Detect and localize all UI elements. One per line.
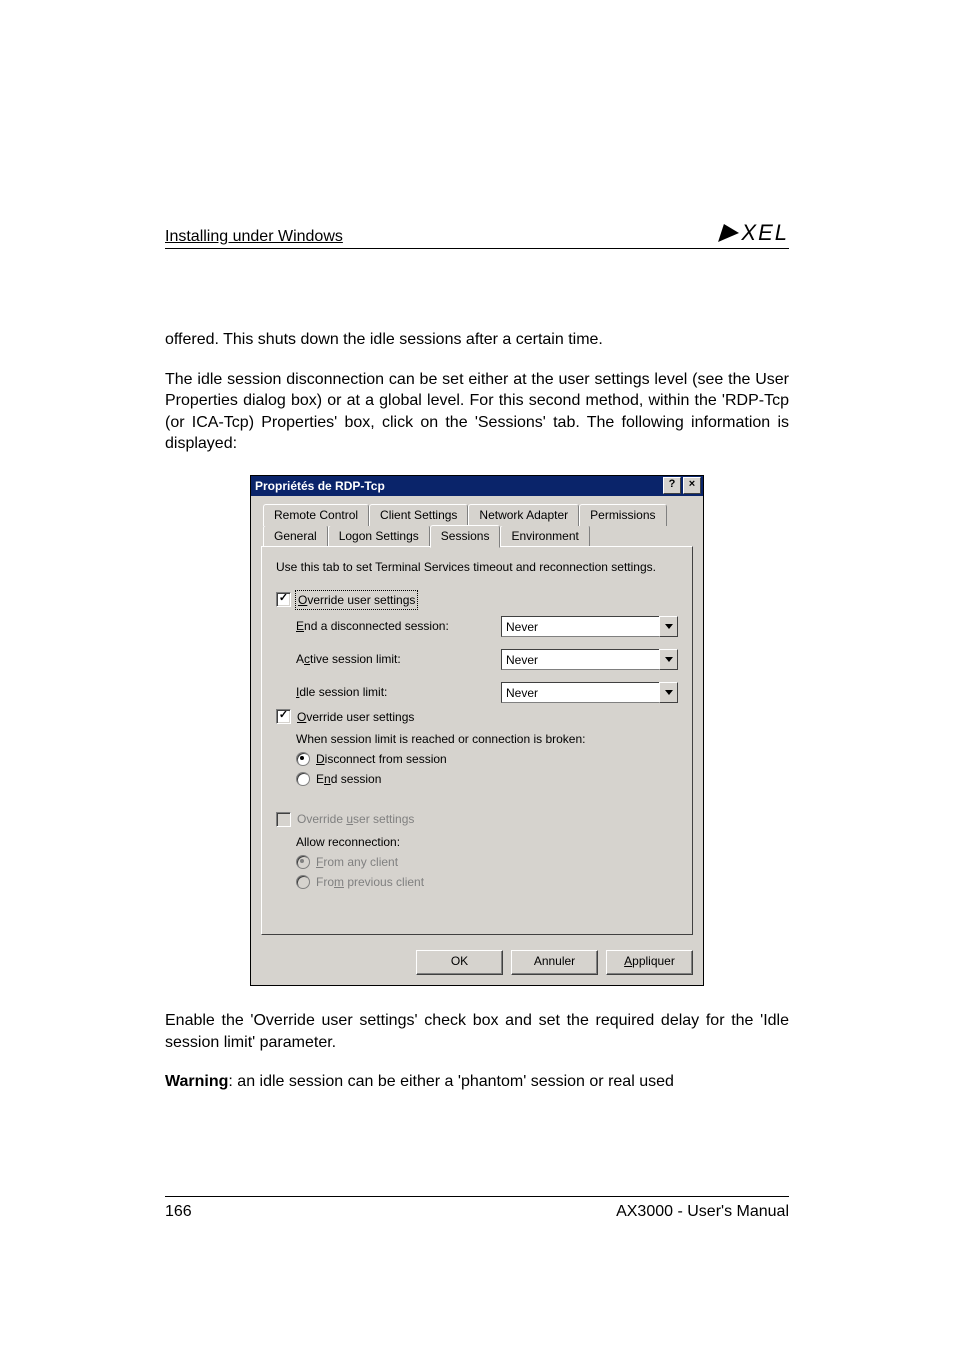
tab-permissions[interactable]: Permissions: [579, 504, 666, 526]
tab-network-adapter[interactable]: Network Adapter: [468, 504, 579, 526]
idle-session-limit-label: Idle session limit:: [276, 684, 501, 700]
idle-session-limit-value: Never: [501, 682, 659, 703]
logo-text: XEL: [741, 220, 789, 246]
override-user-settings-1-label: Override user settings: [297, 592, 416, 608]
logo-triangle-icon: [718, 224, 742, 242]
tab-remote-control[interactable]: Remote Control: [263, 504, 369, 526]
page-number: 166: [165, 1203, 192, 1221]
override-user-settings-3-checkbox[interactable]: [276, 812, 291, 827]
override-user-settings-2-checkbox[interactable]: ✓: [276, 709, 291, 724]
page-footer: 166 AX3000 - User's Manual: [165, 1196, 789, 1221]
paragraph-1: offered. This shuts down the idle sessio…: [165, 329, 789, 351]
page-header: Installing under Windows XEL: [165, 220, 789, 249]
chevron-down-icon[interactable]: [659, 649, 678, 670]
panel-intro: Use this tab to set Terminal Services ti…: [276, 559, 678, 575]
chevron-down-icon[interactable]: [659, 616, 678, 637]
chevron-down-icon[interactable]: [659, 682, 678, 703]
tab-environment[interactable]: Environment: [500, 525, 589, 547]
help-button[interactable]: ?: [663, 477, 681, 494]
active-session-limit-label: Active session limit:: [276, 651, 501, 667]
dialog-title: Propriétés de RDP-Tcp: [255, 478, 385, 494]
tab-logon-settings[interactable]: Logon Settings: [328, 525, 430, 547]
tabs: Remote Control Client Settings Network A…: [261, 504, 693, 936]
apply-button[interactable]: Appliquer: [606, 950, 693, 975]
from-any-client-label: From any client: [316, 854, 398, 870]
brand-logo: XEL: [721, 220, 789, 246]
close-button[interactable]: ×: [683, 477, 701, 494]
sessions-tab-panel: Use this tab to set Terminal Services ti…: [261, 546, 693, 935]
from-any-client-radio: [296, 855, 310, 869]
disconnect-from-session-label: Disconnect from session: [316, 751, 447, 767]
end-session-label: End session: [316, 771, 381, 787]
cancel-button[interactable]: Annuler: [511, 950, 598, 975]
ok-button[interactable]: OK: [416, 950, 503, 975]
from-previous-client-radio: [296, 875, 310, 889]
override-user-settings-3-label: Override user settings: [297, 811, 414, 827]
manual-name: AX3000 - User's Manual: [616, 1203, 789, 1221]
end-session-radio[interactable]: [296, 772, 310, 786]
active-session-limit-value: Never: [501, 649, 659, 670]
rdp-tcp-properties-dialog: Propriétés de RDP-Tcp ? × Remote Control…: [250, 475, 704, 986]
idle-session-limit-combo[interactable]: Never: [501, 682, 678, 703]
active-session-limit-combo[interactable]: Never: [501, 649, 678, 670]
dialog-titlebar[interactable]: Propriétés de RDP-Tcp ? ×: [251, 476, 703, 496]
tab-general[interactable]: General: [263, 525, 328, 547]
override-user-settings-2-label: Override user settings: [297, 709, 414, 725]
end-disconnected-label: End a disconnected session:: [276, 618, 501, 634]
body-copy: offered. This shuts down the idle sessio…: [165, 329, 789, 1093]
paragraph-3: Enable the 'Override user settings' chec…: [165, 1010, 789, 1053]
allow-reconnection-text: Allow reconnection:: [276, 834, 678, 850]
from-previous-client-label: From previous client: [316, 874, 424, 890]
when-broken-text: When session limit is reached or connect…: [276, 731, 678, 747]
end-disconnected-combo[interactable]: Never: [501, 616, 678, 637]
tab-client-settings[interactable]: Client Settings: [369, 504, 468, 526]
end-disconnected-value: Never: [501, 616, 659, 637]
paragraph-2: The idle session disconnection can be se…: [165, 369, 789, 455]
tab-sessions[interactable]: Sessions: [430, 525, 501, 548]
paragraph-4: Warning: an idle session can be either a…: [165, 1071, 789, 1093]
disconnect-from-session-radio[interactable]: [296, 752, 310, 766]
page-header-title: Installing under Windows: [165, 228, 343, 246]
override-user-settings-1-checkbox[interactable]: ✓: [276, 592, 291, 607]
